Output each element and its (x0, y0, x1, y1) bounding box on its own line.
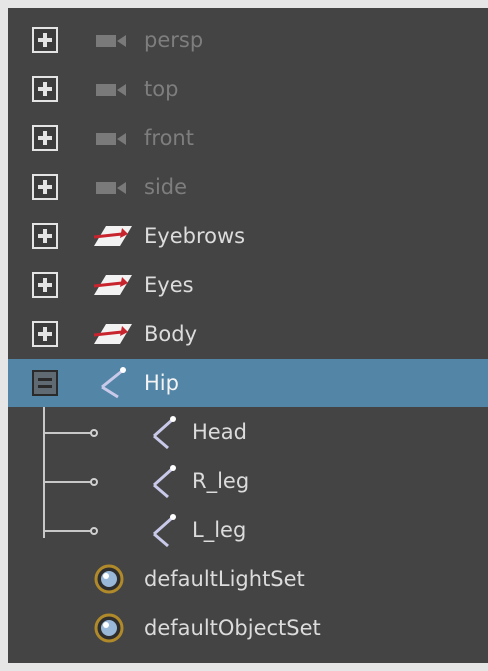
outliner-item-label: front (144, 126, 194, 150)
outliner-item-eyebrows[interactable]: Eyebrows (8, 212, 488, 260)
outliner-item-hip[interactable]: Hip (8, 359, 488, 407)
outliner-item-label: side (144, 175, 188, 199)
tree-node-dot (90, 478, 98, 486)
outliner-item-default-light-set[interactable]: defaultLightSet (8, 555, 488, 603)
outliner-item-r-leg[interactable]: R_leg (8, 457, 488, 505)
outliner-item-head[interactable]: Head (8, 408, 488, 456)
outliner-item-top[interactable]: top (8, 65, 488, 113)
outliner-item-label: Hip (144, 371, 179, 395)
mesh-transform-icon (93, 226, 132, 246)
expand-plus-icon[interactable] (32, 125, 58, 151)
mesh-transform-icon (93, 324, 132, 344)
expand-plus-icon[interactable] (32, 76, 58, 102)
outliner-item-label: defaultLightSet (144, 567, 305, 591)
outliner-item-default-object-set[interactable]: defaultObjectSet (8, 604, 488, 652)
camera-icon (96, 35, 126, 47)
outliner-item-eyes[interactable]: Eyes (8, 261, 488, 309)
outliner-item-l-leg[interactable]: L_leg (8, 506, 488, 554)
outliner-item-label: top (144, 77, 179, 101)
outliner-item-label: Eyes (144, 273, 194, 297)
camera-icon (96, 182, 126, 194)
mesh-transform-icon (93, 275, 132, 295)
outliner-item-persp[interactable]: persp (8, 16, 488, 64)
outliner-item-label: persp (144, 28, 204, 52)
outliner-item-front[interactable]: front (8, 114, 488, 162)
tree-connector (43, 481, 91, 483)
joint-icon (153, 465, 176, 499)
expand-plus-icon[interactable] (32, 321, 58, 347)
object-set-icon (94, 564, 124, 594)
joint-icon (153, 416, 176, 450)
outliner-panel: persp top front side Eyebrows Eyes Body … (8, 8, 488, 663)
outliner-item-label: defaultObjectSet (144, 616, 321, 640)
joint-icon (101, 367, 126, 399)
tree-node-dot (90, 527, 98, 535)
outliner-item-body[interactable]: Body (8, 310, 488, 358)
expand-plus-icon[interactable] (32, 272, 58, 298)
outliner-item-label: Body (144, 322, 198, 346)
joint-icon (153, 514, 176, 548)
object-set-icon (94, 613, 124, 643)
collapse-minus-icon[interactable] (32, 370, 58, 396)
outliner-item-label: L_leg (192, 518, 247, 542)
outliner-item-label: Head (192, 420, 247, 444)
tree-connector (43, 530, 91, 532)
expand-plus-icon[interactable] (32, 27, 58, 53)
tree-connector (43, 432, 91, 434)
outliner-item-label: Eyebrows (144, 224, 246, 248)
camera-icon (96, 133, 126, 145)
camera-icon (96, 84, 126, 96)
outliner-item-side[interactable]: side (8, 163, 488, 211)
expand-plus-icon[interactable] (32, 174, 58, 200)
tree-node-dot (90, 429, 98, 437)
outliner-item-label: R_leg (192, 469, 250, 493)
expand-plus-icon[interactable] (32, 223, 58, 249)
